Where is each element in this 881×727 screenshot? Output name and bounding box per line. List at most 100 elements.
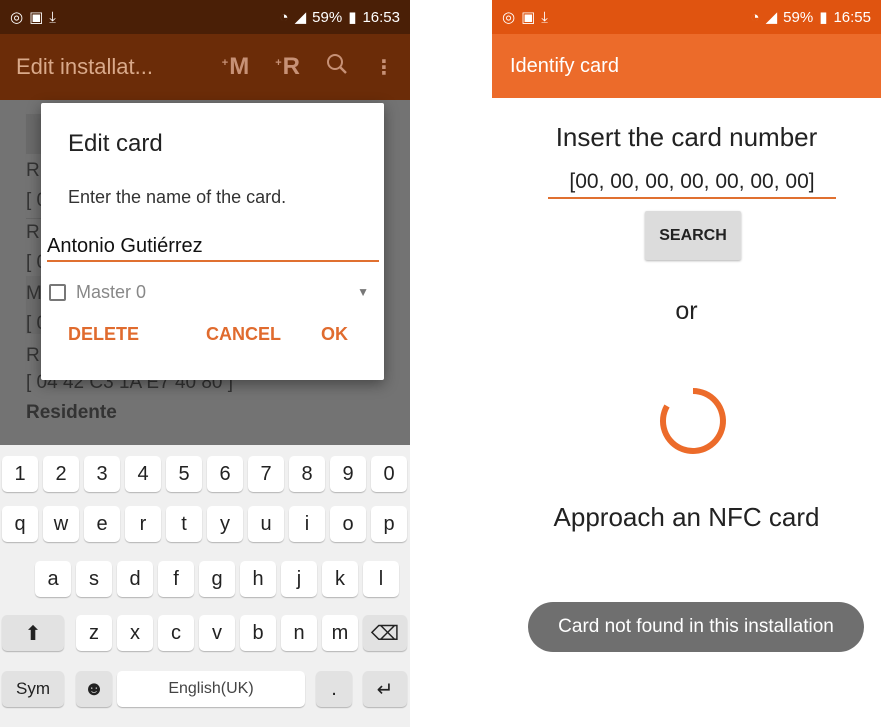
key[interactable]: 3 [84, 456, 120, 492]
delete-button[interactable]: DELETE [68, 324, 139, 345]
status-right-icons: ◔ ◢ 59% ▮ 16:55 [751, 9, 871, 26]
sym-key[interactable]: Sym [2, 671, 64, 707]
add-master-button[interactable]: +M [222, 53, 249, 81]
key[interactable]: 7 [248, 456, 284, 492]
key[interactable]: u [248, 506, 284, 542]
or-separator: or [675, 297, 698, 325]
wifi-icon: ◔ [279, 8, 289, 26]
dialog-message: Enter the name of the card. [68, 187, 287, 207]
key[interactable]: h [240, 561, 276, 597]
cancel-button[interactable]: CANCEL [206, 324, 281, 345]
battery-percent: 59% [783, 8, 814, 26]
key[interactable]: g [199, 561, 235, 597]
key[interactable]: z [76, 615, 112, 651]
card-name-input[interactable] [47, 232, 379, 262]
key[interactable]: t [166, 506, 202, 542]
key[interactable]: y [207, 506, 243, 542]
key[interactable]: 4 [125, 456, 161, 492]
key[interactable]: l [363, 561, 399, 597]
add-master-label: M [229, 53, 250, 80]
battery-icon: ▮ [819, 8, 828, 26]
qwerty-row: q w e r t y u i o p [0, 506, 410, 542]
whatsapp-icon: ◎ [10, 8, 24, 26]
key[interactable]: 9 [330, 456, 366, 492]
edit-card-dialog: Edit card Enter the name of the card. Ma… [41, 103, 384, 380]
card-number-input[interactable] [548, 167, 836, 199]
master-checkbox[interactable] [49, 283, 66, 301]
battery-icon: ▮ [348, 8, 357, 26]
key[interactable]: c [158, 615, 194, 651]
battery-percent: 59% [312, 8, 343, 26]
status-time: 16:55 [833, 8, 871, 26]
number-row: 1 2 3 4 5 6 7 8 9 0 [0, 456, 410, 492]
key[interactable]: d [117, 561, 153, 597]
key[interactable]: f [158, 561, 194, 597]
page-title: Identify card [510, 54, 619, 77]
loading-spinner-icon [660, 388, 726, 454]
signal-icon: ◢ [294, 8, 307, 26]
ok-button[interactable]: OK [321, 324, 348, 345]
toast-message: Card not found in this installation [528, 602, 864, 652]
key[interactable]: s [76, 561, 112, 597]
period-key[interactable]: . [316, 671, 352, 707]
list-text: R [26, 160, 40, 181]
key[interactable]: k [322, 561, 358, 597]
gallery-icon: ▣ [521, 8, 536, 26]
identify-card-screen: ◎ ▣ ⤓ ◔ ◢ 59% ▮ 16:55 Identify card Inse… [492, 0, 881, 727]
soft-keyboard: 1 2 3 4 5 6 7 8 9 0 q w e r t y u i o p … [0, 445, 410, 727]
asdf-row: a s d f g h j k l [0, 561, 410, 597]
key[interactable]: e [84, 506, 120, 542]
card-number-heading: Insert the card number [555, 122, 818, 152]
space-key[interactable]: English(UK) [117, 671, 305, 707]
edit-card-screen: ◎ ▣ ⤓ ◔ ◢ 59% ▮ 16:53 Edit installat... … [0, 0, 410, 727]
key[interactable]: r [125, 506, 161, 542]
key[interactable]: p [371, 506, 407, 542]
app-bar: Identify card [492, 34, 881, 98]
more-vert-icon[interactable]: ⋮ [374, 55, 394, 80]
backspace-icon[interactable]: ⌫ [363, 615, 407, 651]
list-text: R [26, 222, 40, 243]
enter-icon[interactable]: ↵ [363, 671, 407, 707]
wifi-icon: ◔ [750, 8, 760, 26]
key[interactable]: w [43, 506, 79, 542]
key[interactable]: a [35, 561, 71, 597]
master-label: Master 0 [76, 281, 147, 302]
key[interactable]: 5 [166, 456, 202, 492]
key[interactable]: m [322, 615, 358, 651]
emoji-icon[interactable]: ☻ [76, 671, 112, 707]
key[interactable]: 0 [371, 456, 407, 492]
add-resident-button[interactable]: +R [275, 53, 300, 81]
page-title: Edit installat... [16, 54, 153, 79]
chevron-down-icon[interactable]: ▼ [357, 285, 369, 299]
key[interactable]: 8 [289, 456, 325, 492]
status-left-icons: ◎ ▣ ⤓ [502, 10, 548, 25]
download-icon: ⤓ [541, 8, 548, 26]
key[interactable]: n [281, 615, 317, 651]
list-text: M [26, 283, 42, 304]
bottom-row: Sym ☻ English(UK) . ↵ [0, 671, 410, 707]
key[interactable]: b [240, 615, 276, 651]
list-text: R [26, 345, 40, 366]
key[interactable]: x [117, 615, 153, 651]
key[interactable]: j [281, 561, 317, 597]
signal-icon: ◢ [765, 8, 778, 26]
key[interactable]: v [199, 615, 235, 651]
key[interactable]: q [2, 506, 38, 542]
search-icon[interactable] [326, 53, 348, 81]
status-bar: ◎ ▣ ⤓ ◔ ◢ 59% ▮ 16:55 [492, 0, 881, 34]
key[interactable]: 1 [2, 456, 38, 492]
shift-icon[interactable]: ⬆ [2, 615, 64, 651]
dialog-title: Edit card [68, 130, 163, 157]
key[interactable]: 6 [207, 456, 243, 492]
app-bar: Edit installat... +M +R ⋮ [0, 34, 410, 100]
key[interactable]: o [330, 506, 366, 542]
status-time: 16:53 [362, 8, 400, 26]
status-right-icons: ◔ ◢ 59% ▮ 16:53 [280, 9, 400, 26]
nfc-prompt: Approach an NFC card [553, 502, 820, 532]
master-select[interactable]: Master 0 ▼ [49, 279, 369, 305]
search-button[interactable]: SEARCH [645, 211, 741, 260]
key[interactable]: i [289, 506, 325, 542]
status-bar: ◎ ▣ ⤓ ◔ ◢ 59% ▮ 16:53 [0, 0, 410, 34]
key[interactable]: 2 [43, 456, 79, 492]
add-resident-label: R [282, 53, 300, 80]
